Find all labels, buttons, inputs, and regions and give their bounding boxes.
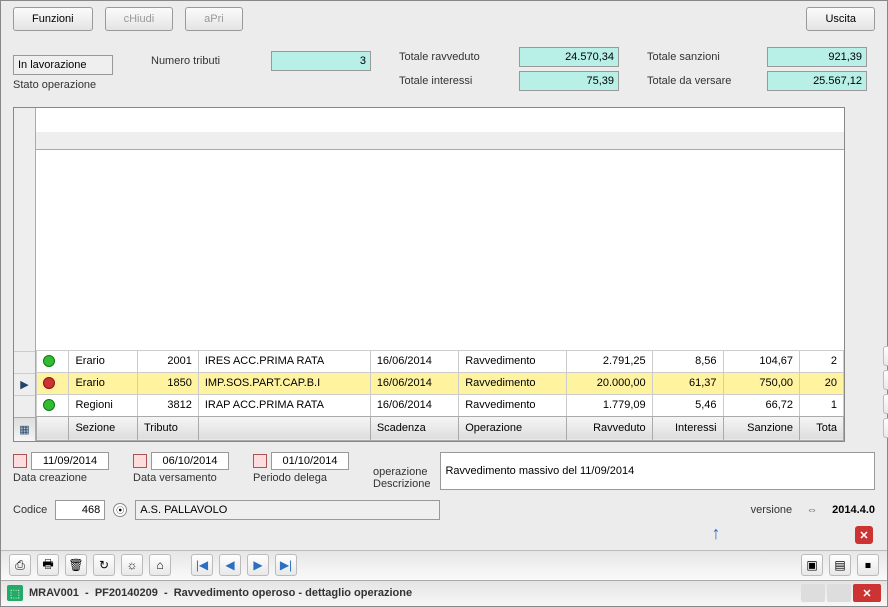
nav-first[interactable]: |◀ bbox=[191, 555, 213, 577]
codice-desc: A.S. PALLAVOLO bbox=[135, 500, 440, 520]
col-header[interactable]: Ravveduto bbox=[567, 417, 652, 441]
tool-4[interactable]: ☼ bbox=[121, 555, 143, 577]
col-header[interactable]: Operazione bbox=[459, 417, 567, 441]
codice-label: Codice bbox=[13, 504, 47, 516]
tool-2[interactable]: 🗑 bbox=[65, 555, 87, 577]
col-header[interactable]: Tota bbox=[800, 417, 844, 441]
codice-field[interactable]: 468 bbox=[55, 500, 105, 520]
up-arrow-icon[interactable]: ↑ bbox=[705, 522, 727, 544]
version-swap-icon[interactable]: ⇔ bbox=[800, 504, 824, 516]
data-versamento-label: Data versamento bbox=[133, 472, 229, 484]
tool-1[interactable]: 🖶 bbox=[37, 555, 59, 577]
horizontal-scrollbar[interactable] bbox=[36, 132, 844, 150]
nav-next[interactable]: ▶ bbox=[247, 555, 269, 577]
panel-close-icon[interactable]: ✕ bbox=[855, 526, 873, 544]
data-grid[interactable]: ▦ ▶ SezioneTributo ScadenzaOperazioneRavv… bbox=[13, 107, 845, 442]
grid-table: SezioneTributo ScadenzaOperazioneRavvedut… bbox=[36, 350, 844, 441]
calendar-icon[interactable] bbox=[133, 454, 147, 468]
data-versamento-input[interactable] bbox=[151, 452, 229, 470]
app-code: MRAV001 bbox=[29, 588, 79, 600]
calendar-icon[interactable] bbox=[13, 454, 27, 468]
periodo-delega-input[interactable] bbox=[271, 452, 349, 470]
calendar-icon[interactable] bbox=[253, 454, 267, 468]
periodo-delega-label: Periodo delega bbox=[253, 472, 349, 484]
profile-code: PF20140209 bbox=[95, 588, 158, 600]
apri-button[interactable]: aPri bbox=[185, 7, 243, 31]
row-header[interactable] bbox=[14, 395, 35, 417]
numero-value: 3 bbox=[271, 51, 371, 71]
row-header-selected[interactable]: ▶ bbox=[14, 373, 35, 395]
data-creazione-input[interactable] bbox=[31, 452, 109, 470]
col-header[interactable]: Interessi bbox=[652, 417, 723, 441]
numero-label: Numero tributi bbox=[151, 55, 261, 67]
col-header[interactable]: Tributo bbox=[138, 417, 199, 441]
tot-versare-value: 25.567,12 bbox=[767, 71, 867, 91]
descrizione-label2: operazione bbox=[373, 466, 430, 478]
title-text: Ravvedimento operoso - dettaglio operazi… bbox=[174, 588, 412, 600]
data-creazione-label: Data creazione bbox=[13, 472, 109, 484]
tot-ravveduto-label: Totale ravveduto bbox=[399, 51, 509, 63]
close-button[interactable]: ✕ bbox=[853, 585, 881, 603]
tool-r2[interactable]: ⏹ bbox=[857, 555, 879, 577]
col-header[interactable]: Sanzione bbox=[723, 417, 799, 441]
maximize-button[interactable] bbox=[827, 585, 851, 603]
nav-prev[interactable]: ◀ bbox=[219, 555, 241, 577]
versione-label: versione bbox=[751, 504, 793, 516]
col-header[interactable]: Scadenza bbox=[370, 417, 458, 441]
tot-sanzioni-label: Totale sanzioni bbox=[647, 51, 757, 63]
uscita-button[interactable]: Uscita bbox=[806, 7, 875, 31]
row-header[interactable] bbox=[14, 351, 35, 373]
col-header[interactable] bbox=[37, 417, 69, 441]
side-btn-3[interactable]: ⚑ bbox=[883, 346, 888, 366]
tool-5[interactable]: ⌂ bbox=[149, 555, 171, 577]
app-icon: ⬚ bbox=[7, 586, 23, 602]
col-header[interactable]: Sezione bbox=[69, 417, 138, 441]
chiudi-button[interactable]: cHiudi bbox=[105, 7, 174, 31]
side-btn-2[interactable]: ☐ bbox=[883, 370, 888, 390]
app-window: ⬚ MRAV001 - PF20140209 - Ravvedimento op… bbox=[0, 0, 888, 607]
table-row[interactable]: Regioni3812IRAP ACC.PRIMA RATA16/06/2014… bbox=[37, 395, 844, 417]
side-btn-1[interactable]: ✎ bbox=[883, 394, 888, 414]
window-title: MRAV001 - PF20140209 - Ravvedimento oper… bbox=[29, 588, 799, 600]
versione-value: 2014.4.0 bbox=[832, 504, 875, 516]
col-header[interactable] bbox=[198, 417, 370, 441]
main-toolbar: ⎙ 🖶 🗑 ↻ ☼ ⌂ |◀ ◀ ▶ ▶| ▣ ▤ ⏹ bbox=[1, 550, 887, 580]
minimize-button[interactable] bbox=[801, 585, 825, 603]
tot-interessi-value: 75,39 bbox=[519, 71, 619, 91]
tot-sanzioni-value: 921,39 bbox=[767, 47, 867, 67]
table-row[interactable]: Erario2001IRES ACC.PRIMA RATA16/06/2014R… bbox=[37, 351, 844, 373]
nav-last[interactable]: ▶| bbox=[275, 555, 297, 577]
descrizione-field[interactable]: Ravvedimento massivo del 11/09/2014 bbox=[440, 452, 875, 490]
funzioni-button[interactable]: Funzioni bbox=[13, 7, 93, 31]
tot-ravveduto-value: 24.570,34 bbox=[519, 47, 619, 67]
tool-3[interactable]: ↻ bbox=[93, 555, 115, 577]
table-row[interactable]: Erario1850IMP.SOS.PART.CAP.B.I16/06/2014… bbox=[37, 373, 844, 395]
side-btn-0[interactable]: ✖ bbox=[883, 418, 888, 438]
tool-r1[interactable]: ▤ bbox=[829, 555, 851, 577]
tot-versare-label: Totale da versare bbox=[647, 75, 757, 87]
titlebar: ⬚ MRAV001 - PF20140209 - Ravvedimento op… bbox=[1, 580, 887, 606]
stato-value: In lavorazione bbox=[13, 55, 113, 75]
row-selector-header: ▦ bbox=[14, 417, 35, 441]
descrizione-label: Descrizione bbox=[373, 478, 430, 490]
lookup-icon[interactable]: ⦿ bbox=[113, 503, 127, 517]
tool-r0[interactable]: ▣ bbox=[801, 555, 823, 577]
stato-label: Stato operazione bbox=[13, 79, 123, 91]
tool-0[interactable]: ⎙ bbox=[9, 555, 31, 577]
tot-interessi-label: Totale interessi bbox=[399, 75, 509, 87]
grid-sidebar: ✖ ✎ ☐ ⚑ bbox=[883, 346, 888, 438]
